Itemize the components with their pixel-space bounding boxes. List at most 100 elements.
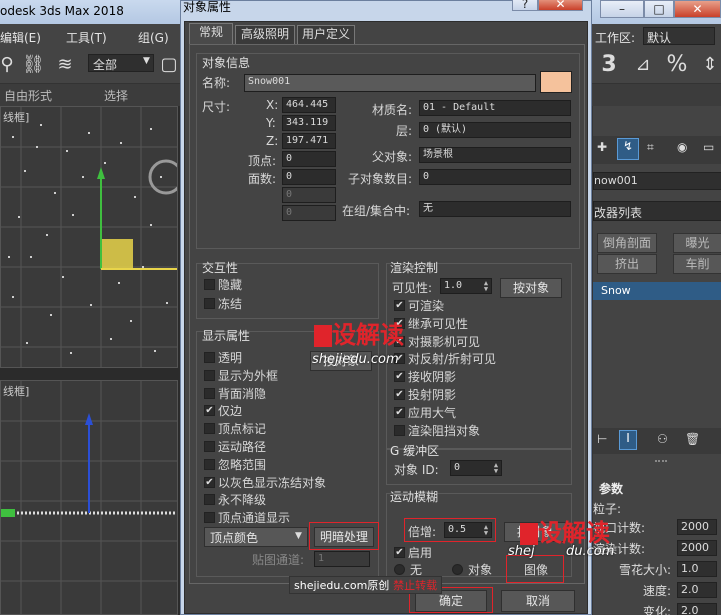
viewport-top[interactable]: 线框]	[0, 106, 178, 368]
hide-checkbox[interactable]	[204, 279, 215, 290]
enable-blur-label: 启用	[408, 546, 433, 560]
display-option-label-9: 顶点通道显示	[218, 511, 291, 526]
render-option-checkbox-0[interactable]: ✔	[394, 300, 405, 311]
bevel-profile-button[interactable]: 倒角剖面	[597, 233, 657, 253]
parent-field: 场景根	[419, 147, 571, 163]
display-properties-title: 显示属性	[202, 329, 251, 343]
modifier-stack-item[interactable]: Snow	[593, 282, 721, 300]
viewport-front[interactable]: 线框]	[0, 380, 178, 615]
children-label: 子对象数目:	[348, 172, 413, 186]
menu-tools[interactable]: 工具(T)	[66, 29, 107, 46]
render-option-checkbox-7[interactable]	[394, 424, 405, 436]
ribbon-freeform[interactable]: 自由形式	[4, 87, 52, 104]
menu-group[interactable]: 组(G)	[138, 29, 169, 46]
selection-filter-select[interactable]: 全部 ▼	[88, 54, 154, 72]
pin-stack-icon[interactable]: ⊢	[597, 432, 607, 446]
workspace-label: 工作区:	[595, 31, 636, 45]
link-icon[interactable]: ⚲	[0, 54, 18, 76]
watermark-footer-prefix: shejiedu.com原创	[294, 579, 390, 592]
render-option-checkbox-4[interactable]: ✔	[394, 371, 405, 383]
close-window-button[interactable]: ✕	[674, 0, 721, 18]
create-tab-icon[interactable]: ✚	[597, 140, 607, 154]
cancel-button[interactable]: 取消	[501, 590, 575, 612]
tab-advanced-lighting[interactable]: 高级照明	[235, 25, 295, 44]
gbuffer-title: G 缓冲区	[390, 444, 440, 458]
tab-user-defined[interactable]: 用户定义	[297, 25, 355, 44]
render-by-object-button[interactable]: 按对象	[500, 278, 562, 298]
hierarchy-tab-icon[interactable]: ⌗	[647, 140, 654, 155]
z-dimension-field: 197.471	[282, 133, 336, 149]
make-unique-icon[interactable]: ⚇	[657, 432, 668, 446]
percent-snap-icon[interactable]: %	[666, 54, 688, 76]
display-option-checkbox-2[interactable]	[204, 387, 215, 399]
blur-object-label: 对象	[468, 563, 493, 577]
selection-filter-value: 全部	[93, 58, 118, 72]
display-option-checkbox-9[interactable]	[204, 512, 215, 524]
render-option-checkbox-6[interactable]: ✔	[394, 406, 405, 418]
spinner-snap-icon[interactable]: ⇕	[699, 54, 721, 76]
rollout-grip	[655, 460, 667, 466]
display-option-checkbox-0[interactable]	[204, 352, 215, 363]
visibility-spinner[interactable]: 1.0 ▲ ▼	[440, 278, 492, 294]
display-option-checkbox-7[interactable]: ✔	[204, 476, 215, 488]
angle-snap-icon[interactable]: ⊿	[632, 54, 654, 76]
bind-spacewarp-icon[interactable]: ≋	[54, 54, 76, 76]
variation-spinner[interactable]: 2.0	[677, 603, 717, 615]
faces-label: 面数:	[248, 172, 277, 186]
maximize-button[interactable]: □	[644, 0, 674, 18]
motion-blur-title: 运动模糊	[390, 490, 439, 504]
display-option-checkbox-4[interactable]	[204, 423, 215, 435]
display-option-checkbox-1[interactable]	[204, 369, 215, 381]
display-tab-icon[interactable]: ▭	[703, 140, 714, 154]
viewport-count-spinner[interactable]: 2000	[677, 519, 717, 535]
help-button[interactable]: ?	[512, 0, 538, 11]
close-dialog-button[interactable]: ✕	[538, 0, 583, 11]
enable-blur-checkbox[interactable]: ✔	[394, 547, 405, 558]
tab-general[interactable]: 常规	[189, 23, 233, 44]
object-color-swatch[interactable]	[540, 71, 572, 93]
max-title-text: odesk 3ds Max 2018	[0, 4, 124, 18]
object-id-spinner[interactable]: 0 ▲ ▼	[450, 460, 502, 476]
chevron-down-icon: ▼	[143, 56, 150, 66]
dimensions-label: 尺寸:	[202, 100, 231, 114]
interactivity-title: 交互性	[202, 261, 239, 275]
viewport-top-scene	[1, 107, 177, 367]
extrude-button[interactable]: 挤出	[597, 254, 657, 274]
unlink-icon[interactable]: ⛓	[22, 54, 45, 76]
object-name-input[interactable]: Snow001	[244, 74, 536, 92]
show-end-result-icon[interactable]: Ⅰ	[619, 430, 637, 450]
in-group-label: 在组/集合中:	[342, 204, 411, 218]
modify-tab-icon[interactable]: ↯	[617, 138, 639, 160]
blur-none-radio[interactable]	[394, 564, 405, 575]
lathe-button[interactable]: 车削	[673, 254, 721, 274]
workspace-select[interactable]: 默认	[643, 27, 715, 45]
render-count-spinner[interactable]: 2000	[677, 540, 717, 556]
object-name-field[interactable]: now001	[593, 172, 721, 190]
exposure-button[interactable]: 曝光	[673, 233, 721, 253]
parent-label: 父对象:	[372, 150, 413, 164]
display-option-checkbox-8[interactable]	[204, 494, 215, 506]
dialog-title: 对象属性	[183, 0, 232, 14]
watermark-footer-warning: 禁止转载	[393, 579, 438, 592]
vertex-color-select[interactable]: 顶点颜色 ▼	[204, 527, 308, 547]
material-field: 01 - Default	[419, 100, 571, 116]
map-channel-spinner[interactable]: 1	[314, 551, 370, 567]
display-option-checkbox-3[interactable]: ✔	[204, 405, 215, 417]
ribbon-selection[interactable]: 选择	[104, 87, 128, 104]
render-option-checkbox-5[interactable]: ✔	[394, 389, 405, 400]
speed-spinner[interactable]: 2.0	[677, 582, 717, 598]
freeze-checkbox[interactable]	[204, 298, 215, 309]
motion-tab-icon[interactable]: ◉	[677, 140, 687, 154]
select-object-icon[interactable]: ▢	[158, 54, 180, 76]
flake-size-spinner[interactable]: 1.0	[677, 561, 717, 577]
modifier-list-select[interactable]: 改器列表	[593, 201, 721, 221]
menu-edit[interactable]: 编辑(E)	[0, 29, 41, 46]
display-option-checkbox-6[interactable]	[204, 458, 215, 470]
snap-3d-icon[interactable]: 3	[598, 54, 620, 76]
display-option-checkbox-5[interactable]	[204, 441, 215, 452]
remove-modifier-icon[interactable]: 🗑	[685, 432, 700, 446]
minimize-button[interactable]: –	[600, 0, 644, 18]
freeze-label: 冻结	[218, 297, 243, 311]
blur-object-radio[interactable]	[452, 564, 463, 575]
render-option-label-5: 投射阴影	[408, 388, 457, 402]
